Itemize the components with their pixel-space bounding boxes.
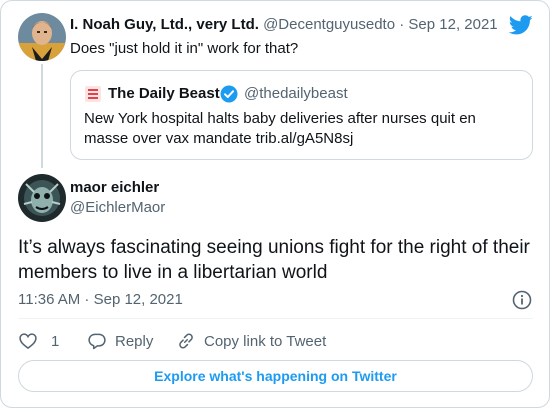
parent-tweet-header: I. Noah Guy, Ltd., very Ltd. @Decentguyu… — [70, 16, 498, 33]
tweet-embed-card: I. Noah Guy, Ltd., very Ltd. @Decentguyu… — [0, 0, 550, 408]
like-count: 1 — [51, 332, 60, 350]
parent-author-name[interactable]: I. Noah Guy, Ltd., very Ltd. — [70, 16, 259, 33]
info-icon[interactable] — [511, 289, 533, 311]
quoted-tweet[interactable]: The Daily Beast @thedailybeast New York … — [70, 70, 533, 160]
main-author-name[interactable]: maor eichler — [70, 179, 159, 196]
daily-beast-logo-icon — [84, 85, 102, 103]
parent-tweet-date[interactable]: Sep 12, 2021 — [408, 16, 497, 33]
parent-tweet-text: Does "just hold it in" work for that? — [70, 40, 299, 57]
quoted-author-handle: @thedailybeast — [244, 85, 348, 102]
reply-button[interactable]: Reply — [87, 330, 153, 352]
copy-link-label: Copy link to Tweet — [204, 332, 327, 350]
reply-label: Reply — [115, 332, 154, 350]
twitter-bird-icon[interactable] — [508, 13, 533, 37]
copy-link-button[interactable]: Copy link to Tweet — [176, 330, 326, 352]
verified-badge-icon — [220, 85, 238, 103]
heart-icon — [19, 333, 37, 350]
main-avatar[interactable] — [18, 174, 66, 222]
reply-icon — [88, 333, 106, 350]
main-author-handle[interactable]: @EichlerMaor — [70, 199, 165, 216]
divider — [18, 318, 533, 319]
quoted-tweet-text: New York hospital halts baby deliveries … — [84, 110, 476, 147]
explore-twitter-button[interactable]: Explore what's happening on Twitter — [18, 360, 533, 392]
main-tweet-text: It’s always fascinating seeing unions fi… — [18, 237, 530, 283]
like-button[interactable]: 1 — [18, 330, 59, 352]
quoted-author-name: The Daily Beast — [108, 85, 220, 102]
parent-author-handle[interactable]: @Decentguyusedto — [263, 16, 395, 33]
thread-connector-line — [41, 64, 43, 168]
parent-avatar[interactable] — [18, 13, 66, 61]
header-separator: · — [399, 16, 405, 33]
link-icon — [179, 333, 193, 349]
tweet-timestamp[interactable]: 11:36 AM · Sep 12, 2021 — [18, 291, 183, 308]
